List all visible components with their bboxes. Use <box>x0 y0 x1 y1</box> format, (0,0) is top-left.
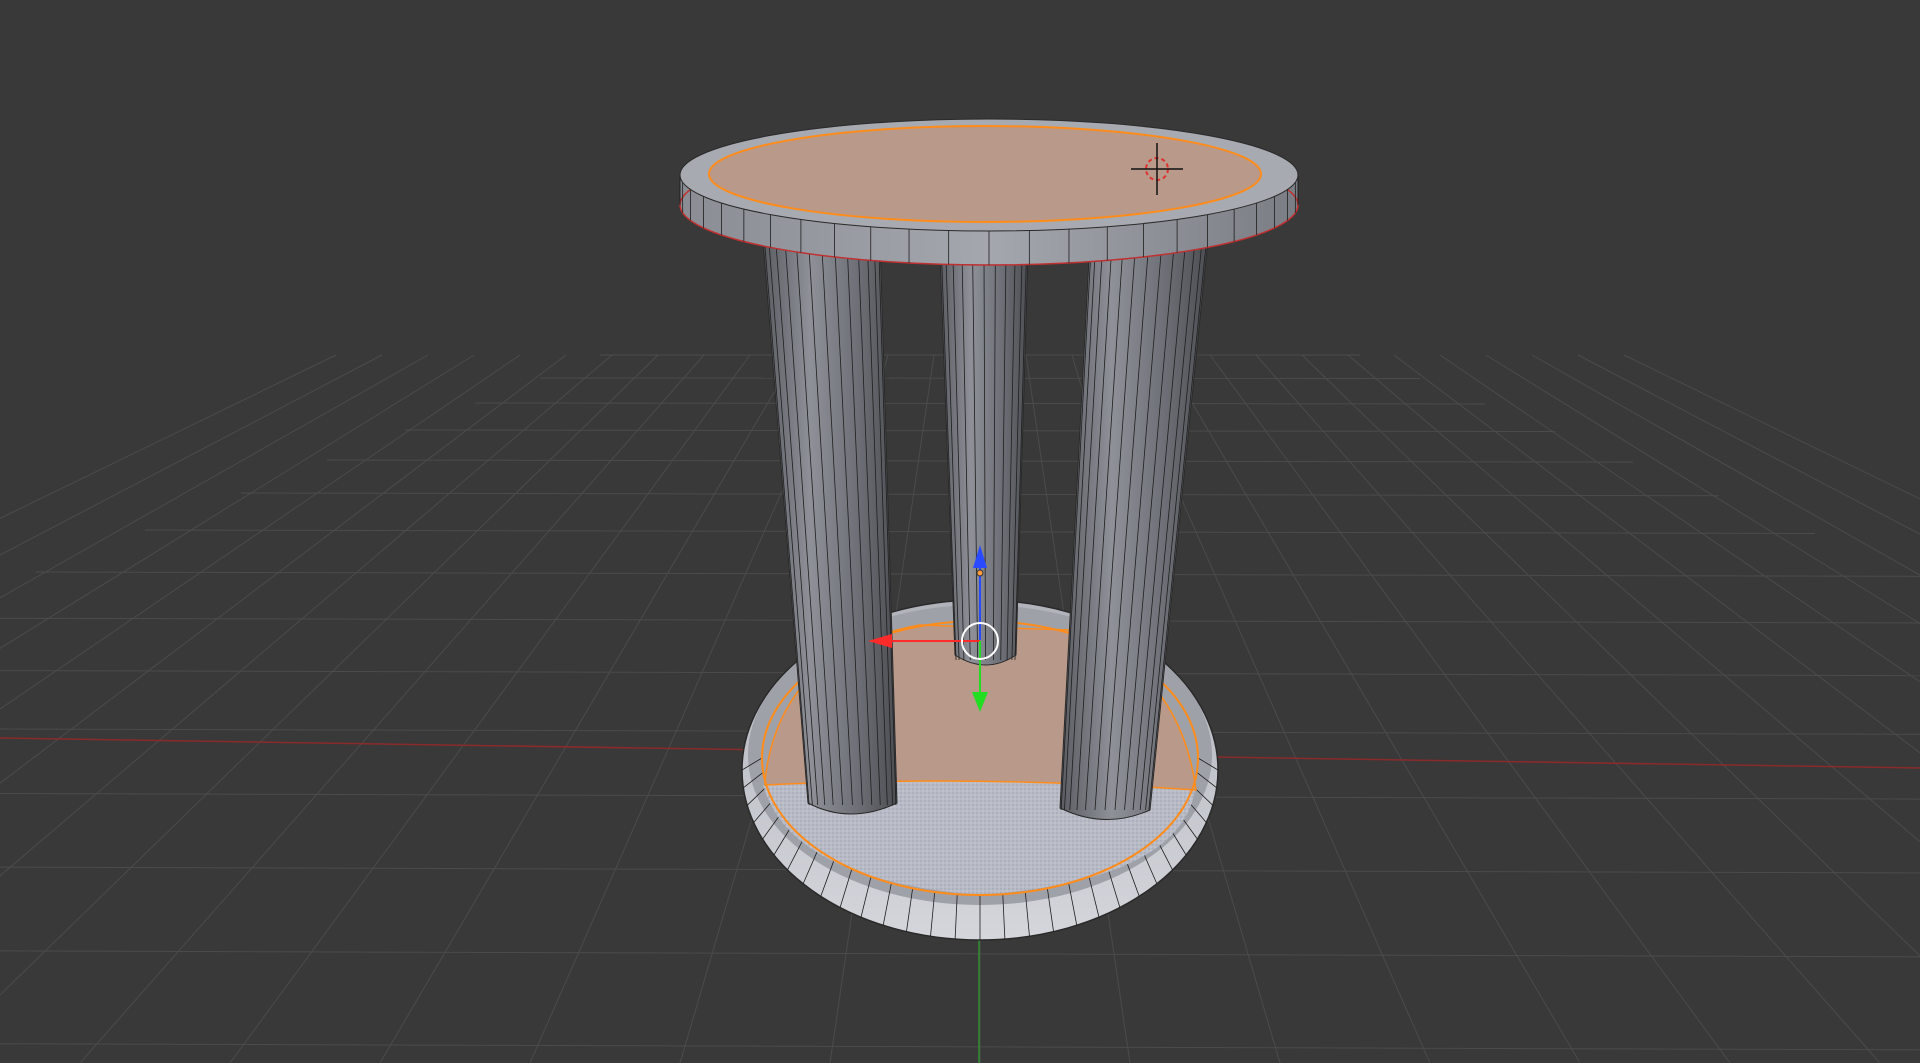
table-top-selected-face[interactable] <box>708 125 1262 223</box>
table-top[interactable] <box>679 118 1299 266</box>
object-origin-dot <box>976 569 984 577</box>
3d-viewport[interactable] <box>0 0 1920 1063</box>
scene-canvas[interactable] <box>0 0 1920 1063</box>
leg-center[interactable] <box>939 254 1029 666</box>
